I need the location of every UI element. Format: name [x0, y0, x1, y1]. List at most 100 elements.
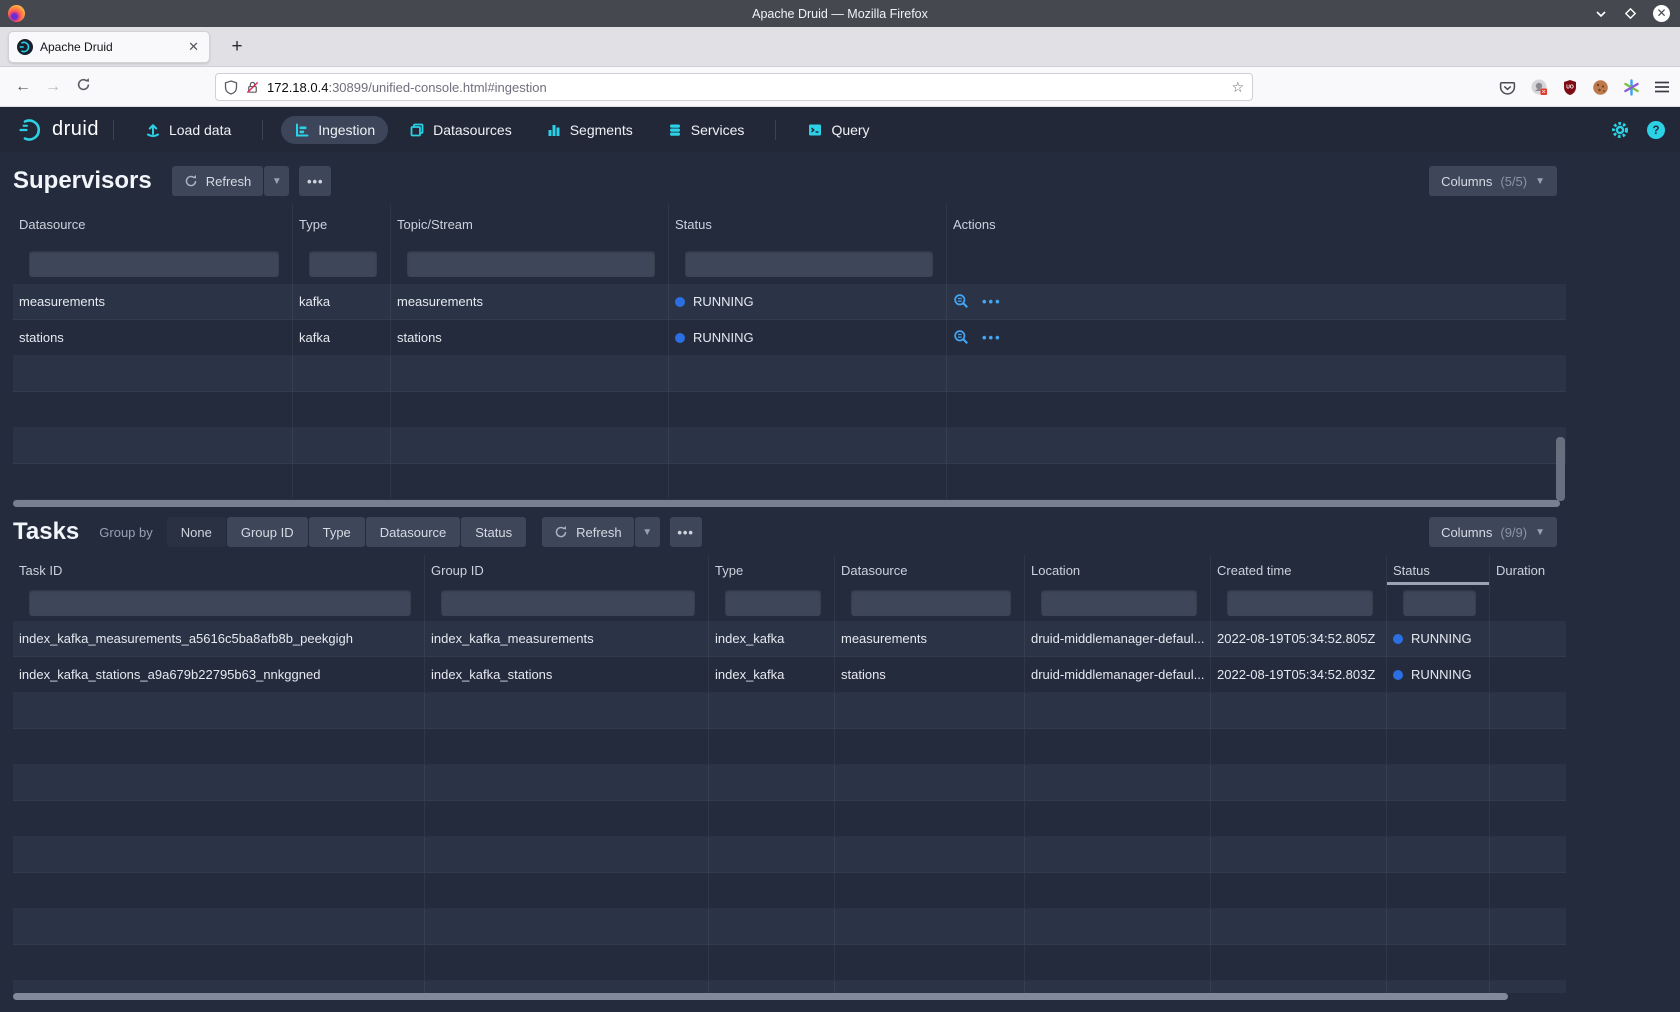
supervisors-columns-button[interactable]: Columns (5/5) ▼: [1429, 166, 1557, 196]
tab-bar: Apache Druid ✕ +: [0, 27, 1680, 67]
close-window-icon[interactable]: ✕: [1653, 5, 1670, 22]
filter-group-id-input[interactable]: [441, 590, 695, 616]
empty-row: [13, 765, 1566, 801]
task-row: index_kafka_measurements_a5616c5ba8afb8b…: [13, 621, 1566, 657]
filter-status-input[interactable]: [685, 251, 933, 277]
col-header-datasource[interactable]: Datasource: [13, 204, 293, 244]
col-header-datasource[interactable]: Datasource: [835, 555, 1025, 585]
brand-name: druid: [52, 118, 99, 141]
group-by-type-button[interactable]: Type: [309, 517, 365, 547]
supervisors-hscrollbar[interactable]: [13, 500, 1667, 507]
nav-item-segments[interactable]: Segments: [533, 116, 646, 144]
forward-icon[interactable]: →: [38, 78, 68, 96]
empty-row: [13, 729, 1566, 765]
browser-toolbar: ← → 172.18.0.4:30899/unified-console.htm…: [0, 67, 1680, 107]
load-data-icon: [145, 122, 161, 138]
asterisk-extension-icon[interactable]: [1623, 79, 1640, 96]
col-header-group-id[interactable]: Group ID: [425, 555, 709, 585]
filter-location-input[interactable]: [1041, 590, 1197, 616]
row-actions-icon[interactable]: •••: [982, 294, 1002, 309]
back-icon[interactable]: ←: [8, 78, 38, 96]
col-header-status-sorted[interactable]: Status: [1387, 555, 1490, 585]
filter-topic-input[interactable]: [407, 251, 655, 277]
insecure-lock-icon[interactable]: [245, 80, 260, 95]
filter-task-id-input[interactable]: [29, 590, 411, 616]
query-icon: [807, 122, 823, 138]
nav-item-load-data[interactable]: Load data: [132, 116, 244, 144]
filter-created-time-input[interactable]: [1227, 590, 1373, 616]
columns-count: (5/5): [1500, 174, 1527, 189]
col-header-type[interactable]: Type: [293, 204, 391, 244]
status-dot: [675, 333, 685, 343]
task-row: index_kafka_stations_a9a679b22795b63_nnk…: [13, 657, 1566, 693]
col-header-created-time[interactable]: Created time: [1211, 555, 1387, 585]
filter-status-input[interactable]: [1403, 590, 1476, 616]
col-header-duration[interactable]: Duration: [1490, 555, 1566, 585]
settings-gear-icon[interactable]: [1610, 120, 1630, 140]
magnifier-details-icon[interactable]: [953, 293, 970, 310]
refresh-icon: [554, 525, 568, 539]
pocket-icon[interactable]: [1499, 79, 1516, 96]
filter-datasource-input[interactable]: [29, 251, 279, 277]
nav-item-datasources[interactable]: Datasources: [396, 116, 525, 144]
supervisor-row: measurements kafka measurements RUNNING …: [13, 284, 1566, 320]
task-location: druid-middlemanager-defaul...: [1025, 621, 1211, 656]
filter-type-input[interactable]: [309, 251, 377, 277]
nav-separator: [775, 120, 776, 140]
menu-icon[interactable]: [1654, 80, 1670, 94]
maximize-icon[interactable]: [1624, 7, 1637, 20]
col-header-status[interactable]: Status: [669, 204, 947, 244]
screen: Apache Druid — Mozilla Firefox ✕ Apache …: [0, 0, 1680, 1012]
tasks-columns-button[interactable]: Columns (9/9) ▼: [1429, 517, 1557, 547]
nav-separator: [113, 120, 114, 140]
col-header-type[interactable]: Type: [709, 555, 835, 585]
ublock-icon[interactable]: UO: [1562, 79, 1578, 96]
filter-datasource-input[interactable]: [851, 590, 1011, 616]
col-header-task-id[interactable]: Task ID: [13, 555, 425, 585]
help-icon[interactable]: ?: [1646, 120, 1666, 140]
url-path: :30899/unified-console.html#ingestion: [328, 80, 546, 95]
nav-item-ingestion[interactable]: Ingestion: [281, 116, 388, 144]
browser-tab[interactable]: Apache Druid ✕: [8, 31, 210, 63]
task-created-time: 2022-08-19T05:34:52.803Z: [1211, 657, 1387, 692]
bookmark-star-icon[interactable]: ☆: [1231, 79, 1244, 96]
supervisors-header-row: Datasource Type Topic/Stream Status Acti…: [13, 204, 1566, 244]
nav-item-query[interactable]: Query: [794, 116, 882, 144]
new-tab-button[interactable]: +: [224, 34, 250, 60]
supervisors-more-button[interactable]: •••: [299, 166, 331, 196]
status-dot: [675, 297, 685, 307]
tasks-refresh-caret[interactable]: ▼: [635, 517, 660, 547]
task-duration: [1490, 657, 1566, 692]
supervisor-type: kafka: [293, 284, 391, 319]
group-by-datasource-button[interactable]: Datasource: [366, 517, 460, 547]
nav-label: Ingestion: [318, 122, 375, 138]
tab-close-icon[interactable]: ✕: [186, 39, 201, 55]
cookie-icon[interactable]: [1592, 79, 1609, 96]
supervisors-refresh-caret[interactable]: ▼: [264, 166, 289, 196]
task-type: index_kafka: [709, 657, 835, 692]
extension-icon[interactable]: ✕: [1530, 78, 1548, 96]
tasks-table: Task ID Group ID Type Datasource Locatio…: [13, 555, 1566, 993]
magnifier-details-icon[interactable]: [953, 329, 970, 346]
group-by-status-button[interactable]: Status: [461, 517, 526, 547]
task-group-id: index_kafka_measurements: [425, 621, 709, 656]
supervisors-refresh-button[interactable]: Refresh: [172, 166, 264, 196]
filter-type-input[interactable]: [725, 590, 821, 616]
shield-icon[interactable]: [224, 80, 238, 95]
group-by-none-button[interactable]: None: [167, 517, 226, 547]
supervisors-vscrollbar[interactable]: [1556, 437, 1565, 501]
group-by-groupid-button[interactable]: Group ID: [227, 517, 308, 547]
nav-item-services[interactable]: Services: [654, 116, 758, 144]
row-actions-icon[interactable]: •••: [982, 330, 1002, 345]
reload-icon[interactable]: [68, 77, 98, 97]
url-bar[interactable]: 172.18.0.4:30899/unified-console.html#in…: [215, 73, 1253, 101]
minimize-icon[interactable]: [1594, 7, 1608, 21]
druid-favicon: [17, 39, 33, 55]
druid-logo[interactable]: druid: [18, 117, 99, 143]
col-header-topic[interactable]: Topic/Stream: [391, 204, 669, 244]
tasks-refresh-button[interactable]: Refresh: [542, 517, 634, 547]
tasks-more-button[interactable]: •••: [670, 517, 702, 547]
tasks-hscrollbar[interactable]: [13, 993, 1667, 1000]
tasks-title: Tasks: [13, 518, 79, 546]
col-header-location[interactable]: Location: [1025, 555, 1211, 585]
